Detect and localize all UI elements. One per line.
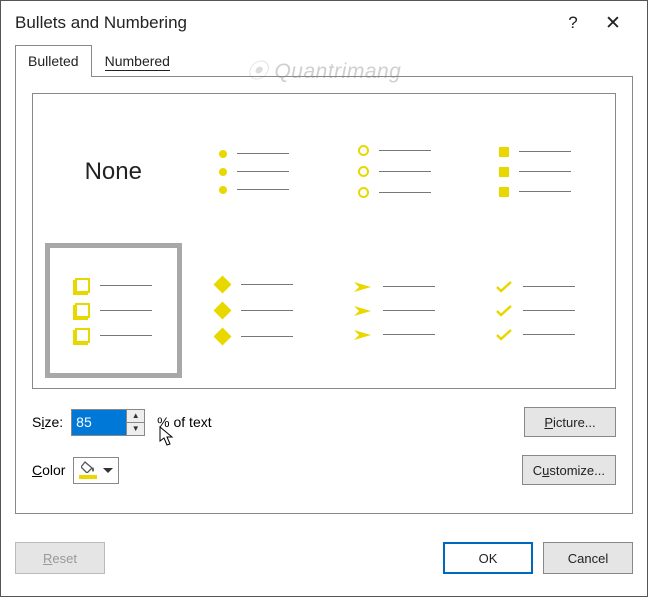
check-icon bbox=[495, 280, 513, 294]
customize-button[interactable]: Customize... bbox=[522, 455, 616, 485]
reset-button[interactable]: Reset bbox=[15, 542, 105, 574]
tab-bulleted[interactable]: Bulleted bbox=[15, 45, 92, 77]
picture-button[interactable]: Picture... bbox=[524, 407, 616, 437]
ok-button[interactable]: OK bbox=[443, 542, 533, 574]
tab-numbered[interactable]: Numbered bbox=[92, 45, 183, 76]
bullet-style-check[interactable] bbox=[467, 243, 604, 378]
size-pct-label: % of text bbox=[157, 414, 211, 430]
dialog-window: Bullets and Numbering ? ✕ ⦿ Quantrimang … bbox=[0, 0, 648, 597]
bullet-style-diamond4[interactable] bbox=[186, 243, 323, 378]
dropdown-caret-icon bbox=[103, 468, 113, 473]
color-label: Color bbox=[32, 462, 65, 478]
tab-panel: None bbox=[15, 76, 633, 514]
color-picker[interactable] bbox=[73, 457, 119, 484]
help-button[interactable]: ? bbox=[553, 13, 593, 33]
bullet-gallery: None bbox=[32, 93, 616, 389]
bullet-style-none[interactable]: None bbox=[45, 104, 182, 239]
size-label: Size: bbox=[32, 414, 63, 430]
titlebar: Bullets and Numbering ? ✕ bbox=[1, 1, 647, 45]
bucket-icon bbox=[79, 461, 97, 479]
close-button[interactable]: ✕ bbox=[593, 12, 633, 35]
box-icon bbox=[75, 278, 90, 293]
dialog-title: Bullets and Numbering bbox=[15, 13, 553, 33]
circle-icon bbox=[358, 145, 369, 156]
none-label: None bbox=[85, 158, 142, 186]
tabs: Bulleted Numbered bbox=[15, 45, 633, 76]
dot-icon bbox=[219, 150, 227, 158]
dialog-footer: Reset OK Cancel bbox=[1, 528, 647, 574]
arrow-icon bbox=[353, 280, 373, 294]
size-spin-down[interactable]: ▼ bbox=[126, 422, 144, 435]
diamond4-icon bbox=[215, 277, 231, 293]
size-field[interactable]: ▲ ▼ bbox=[71, 409, 145, 436]
bullet-style-arrow[interactable] bbox=[326, 243, 463, 378]
square-icon bbox=[499, 147, 509, 157]
cancel-button[interactable]: Cancel bbox=[543, 542, 633, 574]
size-input[interactable] bbox=[72, 410, 126, 435]
bullet-style-circle[interactable] bbox=[326, 104, 463, 239]
bullet-style-box[interactable] bbox=[45, 243, 182, 378]
bullet-style-square[interactable] bbox=[467, 104, 604, 239]
bullet-style-dot[interactable] bbox=[186, 104, 323, 239]
size-spin-up[interactable]: ▲ bbox=[126, 410, 144, 422]
